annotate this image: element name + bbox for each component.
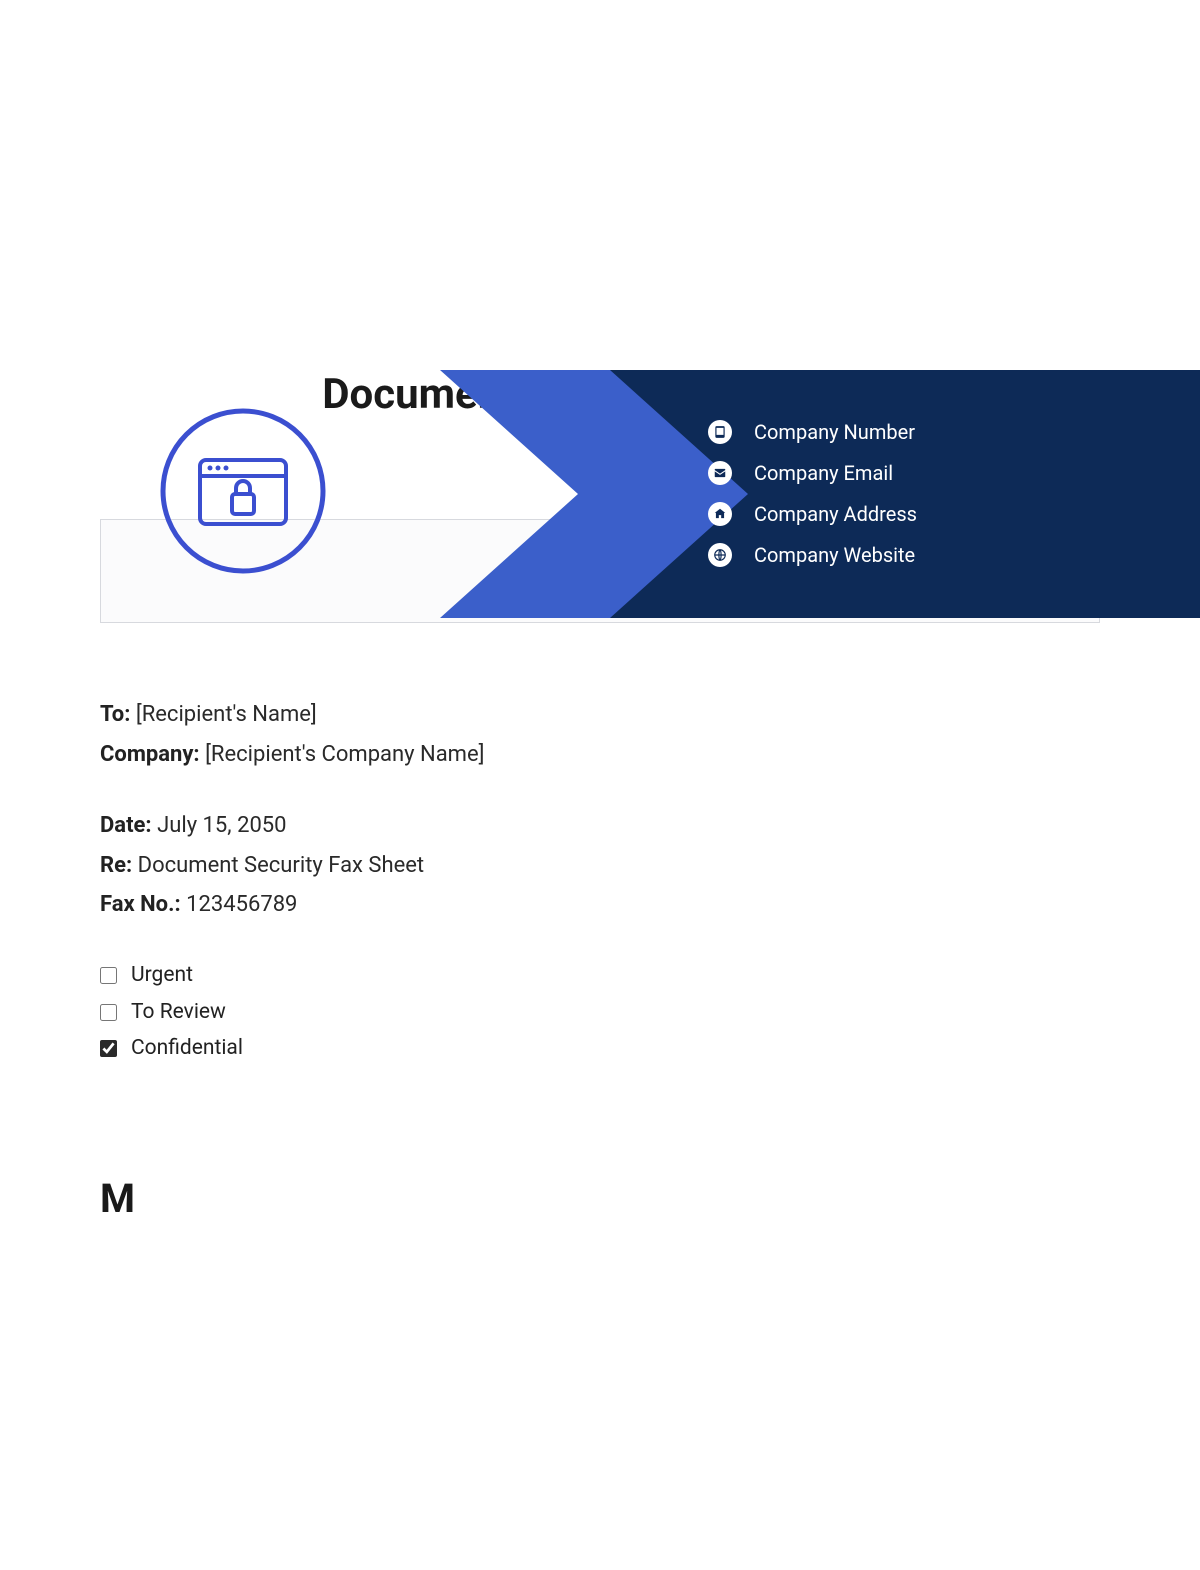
check-urgent[interactable]: Urgent (100, 957, 1100, 994)
phone-icon (708, 420, 732, 444)
faxno-label: Fax No.: (100, 892, 181, 917)
review-label: To Review (131, 994, 226, 1031)
contact-email-label: Company Email (754, 461, 893, 485)
confidential-label: Confidential (131, 1030, 243, 1067)
company-value: [Recipient's Company Name] (205, 742, 484, 767)
company-label: Company: (100, 742, 200, 767)
to-label: To: (100, 702, 130, 727)
priority-checks: Urgent To Review Confidential (100, 957, 1100, 1067)
fax-cover-sheet: Company Number Company Email Company Add… (0, 370, 1200, 1570)
cutoff-heading: M (100, 1175, 1100, 1222)
header-band: Company Number Company Email Company Add… (0, 370, 1200, 618)
re-label: Re: (100, 853, 132, 878)
review-checkbox[interactable] (100, 1004, 117, 1021)
date-label: Date: (100, 813, 152, 838)
contact-email: Company Email (708, 461, 917, 485)
contact-address-label: Company Address (754, 502, 917, 526)
contact-phone-label: Company Number (754, 420, 915, 444)
fax-fields: To: [Recipient's Name] Company: [Recipie… (100, 695, 1100, 1067)
check-review[interactable]: To Review (100, 994, 1100, 1031)
globe-icon (708, 543, 732, 567)
location-icon (708, 502, 732, 526)
company-logo (158, 406, 328, 576)
contact-website-label: Company Website (754, 543, 915, 567)
check-confidential[interactable]: Confidential (100, 1030, 1100, 1067)
contact-phone: Company Number (708, 420, 917, 444)
urgent-checkbox[interactable] (100, 967, 117, 984)
email-icon (708, 461, 732, 485)
to-value: [Recipient's Name] (136, 702, 317, 727)
lock-browser-icon (158, 406, 328, 576)
company-contact-list: Company Number Company Email Company Add… (708, 420, 917, 584)
faxno-value: 123456789 (186, 892, 297, 917)
confidential-checkbox[interactable] (100, 1040, 117, 1057)
contact-website: Company Website (708, 543, 917, 567)
urgent-label: Urgent (131, 957, 193, 994)
contact-address: Company Address (708, 502, 917, 526)
re-value: Document Security Fax Sheet (138, 853, 424, 878)
date-value: July 15, 2050 (157, 813, 286, 838)
